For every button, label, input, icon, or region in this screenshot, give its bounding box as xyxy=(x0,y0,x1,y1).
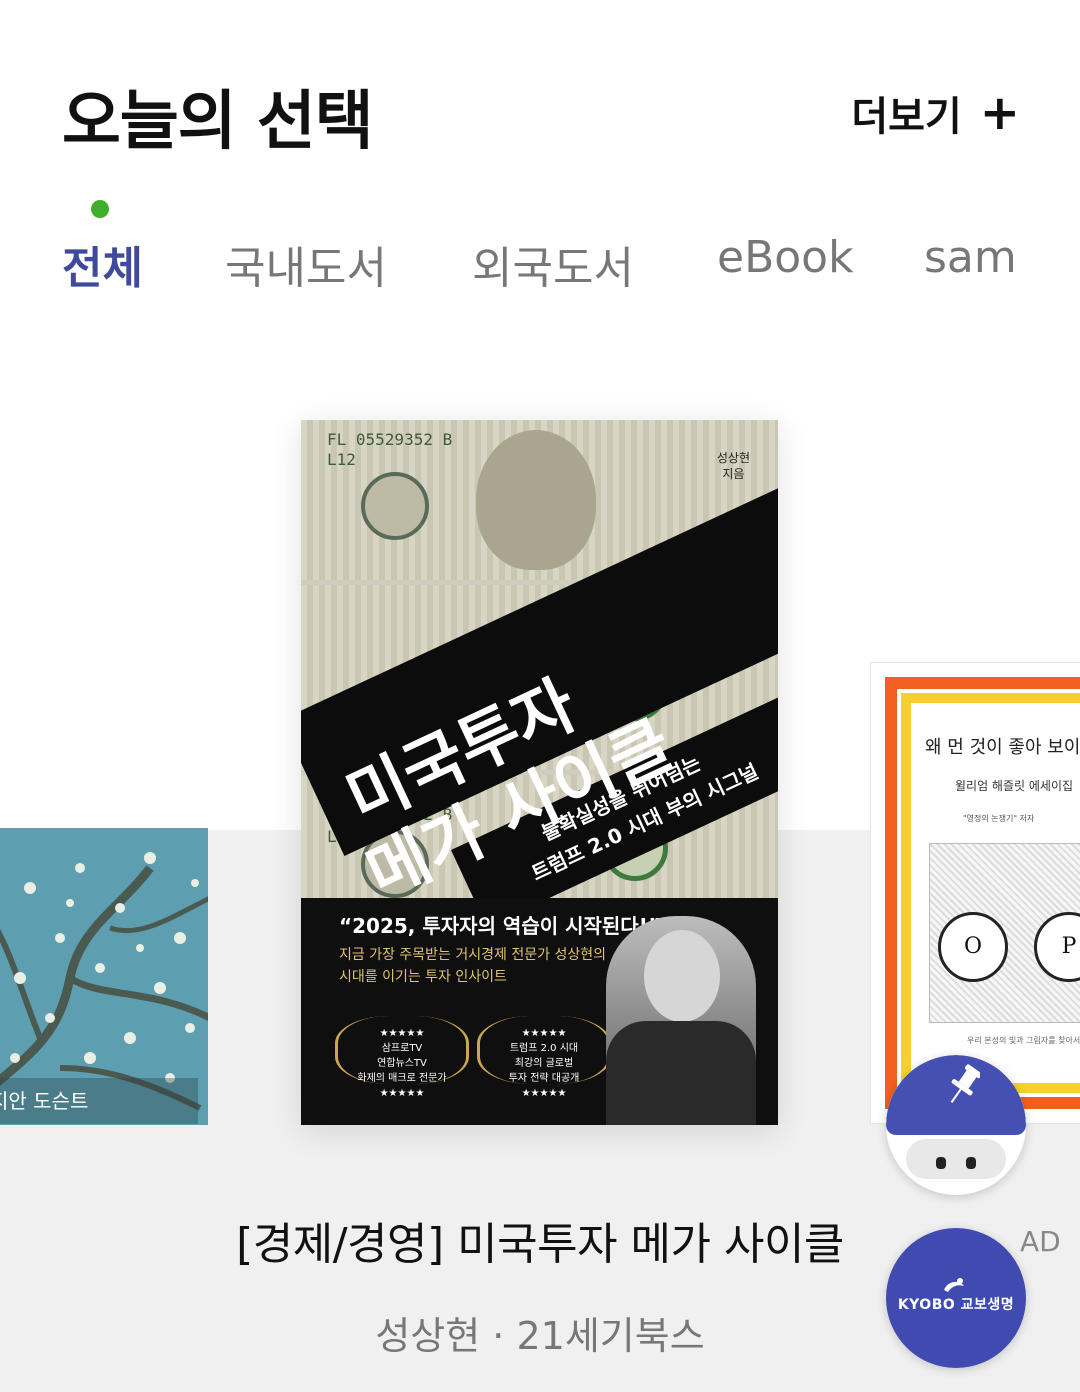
cover-author-tag: 성상현 지음 xyxy=(716,451,750,481)
tab-sam[interactable]: sam xyxy=(924,232,1017,283)
left-book-caption: 지안 도슨트 xyxy=(0,1078,198,1124)
kyobo-label: KYOBO 교보생명 xyxy=(897,1297,1015,1313)
kyobo-logo-icon xyxy=(944,1278,964,1292)
right-cover-title: 왜 먼 것이 좋아 보이 xyxy=(925,737,1080,758)
kyobo-ad-button[interactable]: KYOBO 교보생명 xyxy=(886,1228,1026,1368)
active-tab-indicator xyxy=(91,200,109,218)
tab-foreign-books[interactable]: 외국도서 xyxy=(472,232,634,296)
more-button[interactable]: 더보기 + xyxy=(851,84,1020,142)
plus-icon: + xyxy=(979,85,1020,141)
more-label: 더보기 xyxy=(851,94,962,140)
lens-right: P xyxy=(1034,912,1080,982)
section-title: 오늘의 선택 xyxy=(62,85,374,159)
pushpin-icon xyxy=(950,1064,980,1103)
spectacles-engraving: O P xyxy=(929,843,1080,1023)
tab-domestic-books[interactable]: 국내도서 xyxy=(225,232,387,296)
right-cover-author: 윌리엄 해즐릿 에세이집 xyxy=(955,779,1074,793)
ad-label: AD xyxy=(1020,1225,1061,1258)
cover-blurb-line1: 지금 가장 주목받는 거시경제 전문가 성상현의 xyxy=(339,947,606,963)
cover-blurb-line2: 시대를 이기는 투자 인사이트 xyxy=(339,969,507,985)
lens-left: O xyxy=(938,912,1008,982)
cover-bottom-panel: “2025, 투자자의 역습이 시작된다!” 지금 가장 주목받는 거시경제 전… xyxy=(301,898,778,1125)
right-book-cover[interactable]: 왜 먼 것이 좋아 보이 윌리엄 해즐릿 에세이집 "영정의 논쟁기" 저자 O… xyxy=(870,662,1080,1124)
laurel-badge-2: ★★★★★ 트럼프 2.0 시대 최강의 글로벌 투자 전략 대공개 ★★★★★ xyxy=(477,1016,611,1099)
tab-all[interactable]: 전체 xyxy=(62,232,143,296)
laurel-badge-1: ★★★★★ 삼프로TV 연합뉴스TV 화제의 매크로 전문가 ★★★★★ xyxy=(335,1016,469,1099)
author-portrait xyxy=(606,916,756,1125)
category-tabs: 전체 국내도서 외국도서 eBook sam xyxy=(0,200,1080,294)
tab-ebook[interactable]: eBook xyxy=(717,232,854,283)
right-cover-tag: "영정의 논쟁기" 저자 xyxy=(963,814,1035,823)
right-cover-footer: 우리 본성의 빛과 그림자를 찾아서 xyxy=(967,1036,1080,1045)
main-book-cover[interactable]: FL 05529352 B L12 FL 05529352 B L12 성상현 … xyxy=(301,420,778,1125)
cover-quote: “2025, 투자자의 역습이 시작된다!” xyxy=(339,914,661,938)
mascot-floating-button[interactable] xyxy=(886,1055,1026,1195)
